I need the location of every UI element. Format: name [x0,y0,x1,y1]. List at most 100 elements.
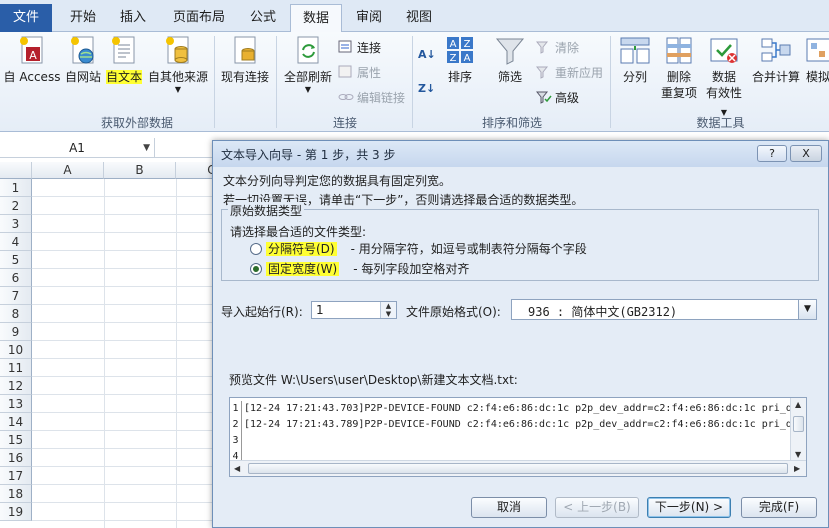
scroll-down-icon[interactable]: ▼ [795,450,801,459]
row-header[interactable]: 14 [0,413,32,431]
preview-line-text: [12-24 17:21:43.789]P2P-DEVICE-FOUND c2:… [244,419,792,430]
sort-az-button[interactable]: A↓ [418,44,436,64]
svg-text:Z: Z [450,53,457,64]
sort-button[interactable]: AZZA 排序 [444,35,476,85]
clear-filter-icon [535,40,552,54]
radio-delimited[interactable]: 分隔符号(D) - 用分隔字符，如逗号或制表符分隔每个字段 [250,240,587,257]
choose-type-label: 请选择最合适的文件类型: [230,225,367,239]
preview-vertical-thumb[interactable] [793,416,804,432]
radio-fixed-width-circle[interactable] [250,263,262,275]
from-other-sources-button[interactable]: 自其他来源 ▼ [146,35,210,95]
remove-duplicates-button[interactable]: 删除 重复项 [658,35,700,101]
row-header[interactable]: 15 [0,431,32,449]
existing-connections-button[interactable]: 现有连接 [218,35,272,85]
file-origin-select[interactable]: 936 : 简体中文(GB2312) ▼ [511,299,817,320]
tab-review[interactable]: 审阅 [346,4,392,32]
filter-icon [494,35,526,67]
stepper-arrows-icon[interactable]: ▲ ▼ [380,302,396,318]
ribbon-data: A 自 Access 自网站 自文本 自其他来源 ▼ 现有连接 获取外部数据 全 [0,32,829,132]
scroll-up-icon[interactable]: ▲ [795,400,801,409]
refresh-all-button[interactable]: 全部刷新 ▼ [280,35,336,95]
edit-links-label: 编辑链接 [357,91,406,105]
sort-label: 排序 [447,70,472,84]
tab-formulas[interactable]: 公式 [240,4,286,32]
row-header[interactable]: 2 [0,197,32,215]
row-header[interactable]: 4 [0,233,32,251]
radio-delimited-desc: - 用分隔字符，如逗号或制表符分隔每个字段 [350,242,587,256]
dialog-title-bar[interactable]: 文本导入向导 - 第 1 步，共 3 步 ? X [213,141,828,167]
data-validation-icon [708,35,740,67]
ribbon-separator [610,36,611,128]
help-button[interactable]: ? [757,145,787,162]
filter-button[interactable]: 筛选 [494,35,526,85]
column-header-a[interactable]: A [32,162,104,179]
svg-text:A: A [450,39,457,50]
tab-view[interactable]: 视图 [396,4,442,32]
from-web-button[interactable]: 自网站 [63,35,103,85]
select-all-corner[interactable] [0,162,32,179]
tab-page-layout[interactable]: 页面布局 [164,4,234,32]
row-header[interactable]: 7 [0,287,32,305]
data-validation-button[interactable]: 数据 有效性 ▼ [702,35,746,121]
back-button[interactable]: < 上一步(B) [555,497,639,518]
row-header[interactable]: 3 [0,215,32,233]
preview-pane[interactable]: 1 [12-24 17:21:43.703]P2P-DEVICE-FOUND c2… [229,397,807,477]
column-header-b[interactable]: B [104,162,176,179]
finish-button[interactable]: 完成(F) [741,497,817,518]
sort-az-icon: A↓ [418,48,436,61]
reapply-button[interactable]: 重新应用 [535,63,603,83]
tab-home[interactable]: 开始 [60,4,106,32]
grid-line [104,179,105,528]
preview-horizontal-thumb[interactable] [248,463,788,474]
sort-za-button[interactable]: Z↓ [418,78,435,98]
row-header[interactable]: 11 [0,359,32,377]
row-header[interactable]: 8 [0,305,32,323]
row-header[interactable]: 5 [0,251,32,269]
remove-duplicates-label-2: 重复项 [660,86,697,100]
close-icon[interactable]: X [790,145,822,162]
radio-fixed-width[interactable]: 固定宽度(W) - 每列字段加空格对齐 [250,260,469,277]
connections-button[interactable]: 连接 [338,38,381,58]
consolidate-button[interactable]: 合并计算 [748,35,804,85]
data-type-group: 原始数据类型 请选择最合适的文件类型: 分隔符号(D) - 用分隔字符，如逗号或制… [221,202,819,281]
row-header[interactable]: 16 [0,449,32,467]
preview-line: 1 [12-24 17:21:43.703]P2P-DEVICE-FOUND c2… [230,401,792,417]
cancel-button[interactable]: 取消 [471,497,547,518]
tab-file[interactable]: 文件 [0,4,52,32]
row-header[interactable]: 10 [0,341,32,359]
start-row-stepper[interactable]: 1 ▲ ▼ [311,301,397,319]
row-header[interactable]: 6 [0,269,32,287]
row-header[interactable]: 13 [0,395,32,413]
preview-vertical-scrollbar[interactable]: ▲ ▼ [790,398,806,462]
name-box-value: A1 [69,141,85,155]
row-header[interactable]: 1 [0,179,32,197]
chevron-down-icon[interactable]: ▼ [798,300,816,319]
from-text-button[interactable]: 自文本 [104,35,144,85]
edit-links-button[interactable]: 编辑链接 [338,88,405,108]
what-if-icon [804,35,829,67]
tab-data[interactable]: 数据 [290,4,342,33]
svg-text:A: A [464,53,471,64]
scroll-right-icon[interactable]: ▶ [794,464,800,473]
text-to-columns-label: 分列 [622,70,647,84]
chevron-down-icon[interactable]: ▼ [143,138,150,158]
advanced-filter-button[interactable]: 高级 [535,88,579,108]
grid-line [176,179,177,528]
tab-insert[interactable]: 插入 [110,4,156,32]
preview-label: 预览文件 W:\Users\user\Desktop\新建文本文档.txt: [229,373,518,387]
next-button[interactable]: 下一步(N) > [647,497,731,518]
radio-delimited-circle[interactable] [250,243,262,255]
text-to-columns-button[interactable]: 分列 [614,35,656,85]
properties-button[interactable]: 属性 [338,63,381,83]
row-header[interactable]: 9 [0,323,32,341]
row-header[interactable]: 19 [0,503,32,521]
clear-button[interactable]: 清除 [535,38,579,58]
name-box[interactable]: A1 ▼ [0,138,155,158]
scroll-left-icon[interactable]: ◀ [234,464,240,473]
from-access-button[interactable]: A 自 Access [2,35,62,85]
row-header[interactable]: 12 [0,377,32,395]
row-header[interactable]: 17 [0,467,32,485]
row-header[interactable]: 18 [0,485,32,503]
what-if-analysis-button[interactable]: 模拟 [804,35,829,85]
preview-horizontal-scrollbar[interactable]: ◀ ▶ [230,460,806,476]
